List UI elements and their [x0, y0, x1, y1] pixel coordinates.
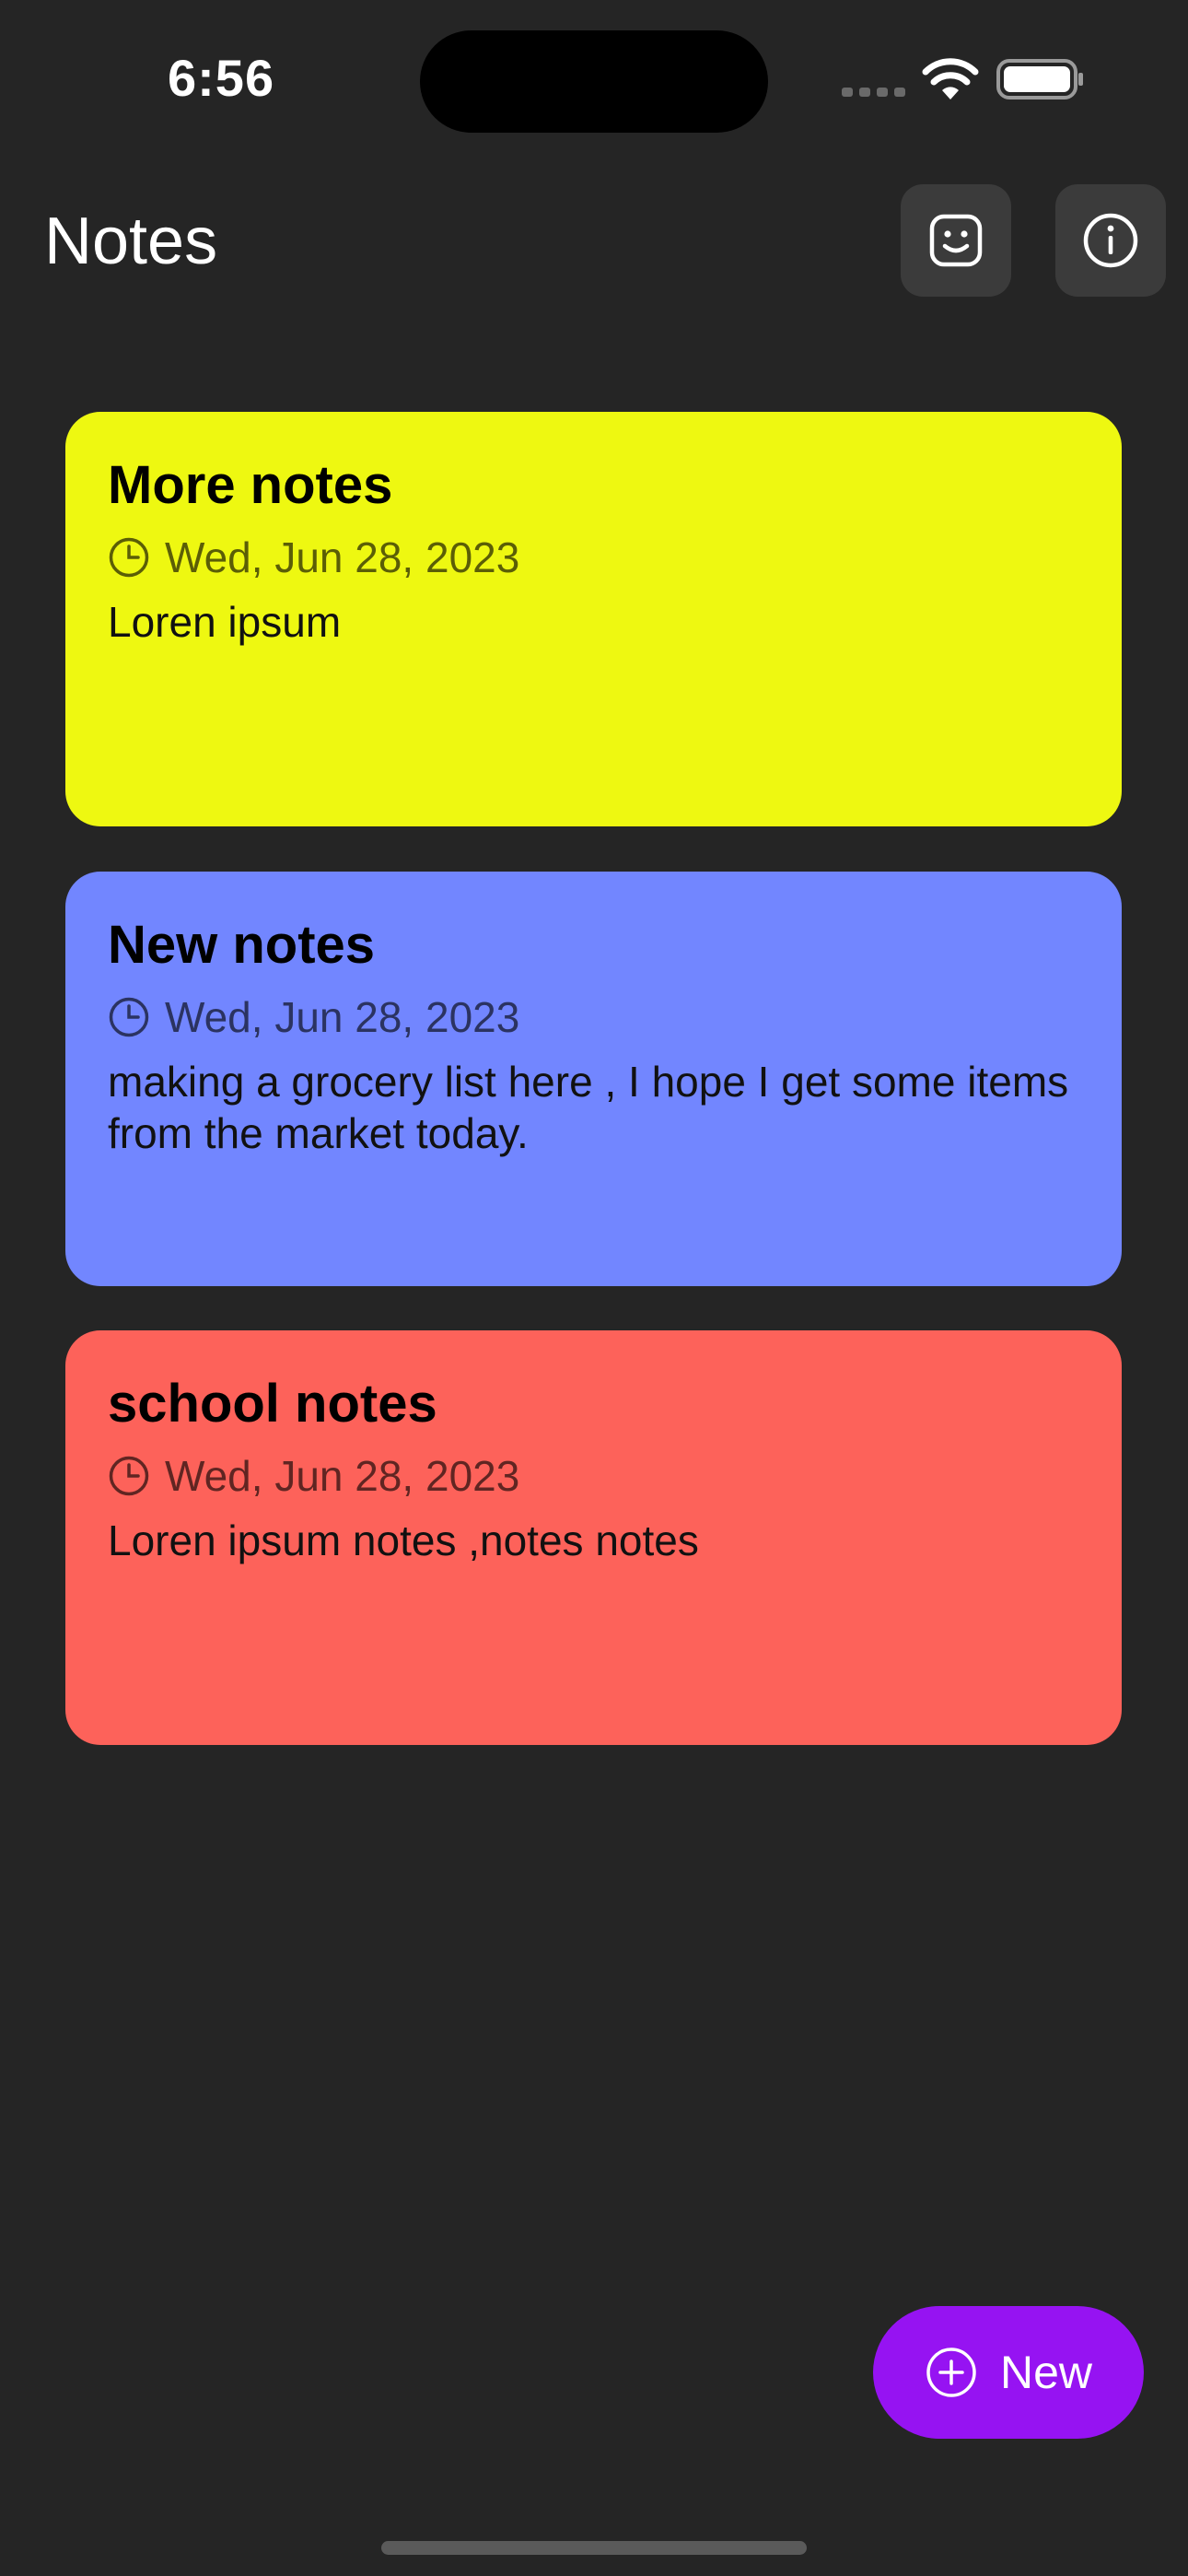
note-date-row: Wed, Jun 28, 2023	[108, 530, 1079, 585]
note-card[interactable]: New notes Wed, Jun 28, 2023 making a gro…	[65, 872, 1122, 1286]
note-date-row: Wed, Jun 28, 2023	[108, 989, 1079, 1045]
note-body: Loren ipsum notes ,notes notes	[108, 1516, 699, 1564]
plus-circle-icon	[926, 2348, 976, 2397]
clock-icon	[109, 1456, 149, 1496]
note-title: New notes	[108, 915, 376, 975]
note-body: making a grocery list here , I hope I ge…	[108, 1058, 1069, 1157]
clock-icon	[109, 537, 149, 578]
note-title: More notes	[108, 455, 393, 515]
new-note-button[interactable]: New	[873, 2306, 1144, 2439]
page-title: Notes	[44, 205, 218, 278]
emoji-button[interactable]	[901, 184, 1011, 297]
dynamic-island	[420, 30, 768, 133]
cellular-signal-icon	[842, 88, 905, 97]
battery-icon	[996, 59, 1083, 100]
note-date: Wed, Jun 28, 2023	[165, 993, 520, 1041]
note-date: Wed, Jun 28, 2023	[165, 1452, 520, 1500]
home-indicator[interactable]	[381, 2541, 807, 2555]
status-time: 6:56	[168, 49, 275, 107]
wifi-icon	[922, 58, 979, 100]
note-body: Loren ipsum	[108, 598, 342, 646]
note-card[interactable]: school notes Wed, Jun 28, 2023 Loren ips…	[65, 1330, 1122, 1745]
info-button[interactable]	[1055, 184, 1166, 297]
clock-icon	[109, 997, 149, 1037]
note-date: Wed, Jun 28, 2023	[165, 533, 520, 581]
note-title: school notes	[108, 1374, 437, 1434]
new-note-label: New	[999, 2347, 1093, 2398]
note-card[interactable]: More notes Wed, Jun 28, 2023 Loren ipsum	[65, 412, 1122, 826]
smiley-face-icon	[929, 214, 983, 267]
info-icon	[1083, 213, 1138, 268]
note-date-row: Wed, Jun 28, 2023	[108, 1448, 1079, 1504]
